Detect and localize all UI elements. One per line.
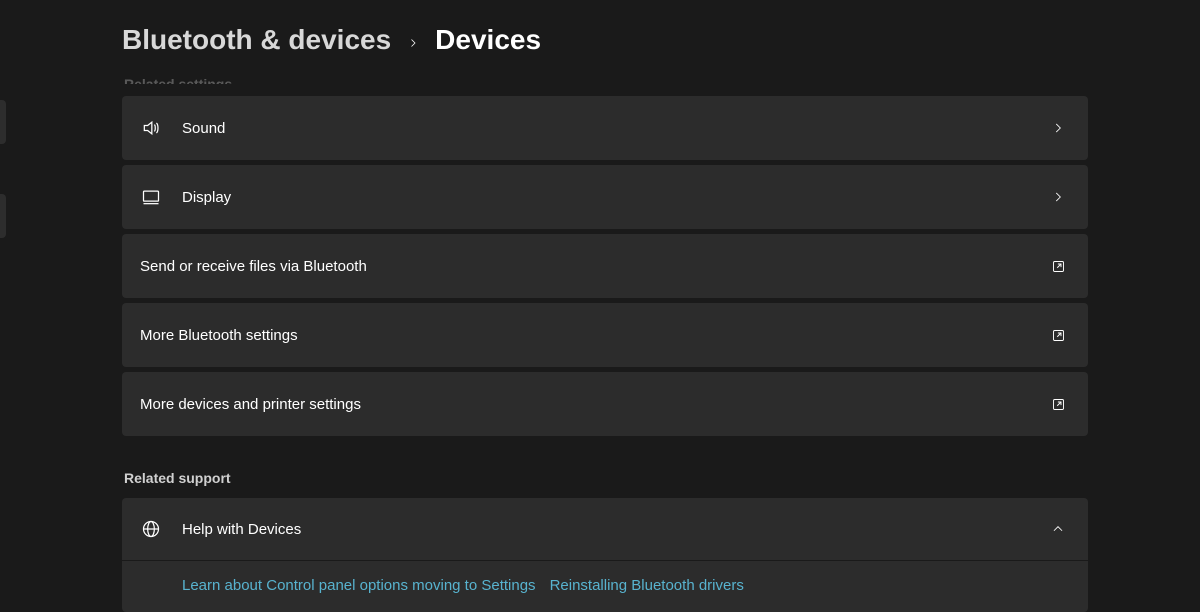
support-expander-header[interactable]: Help with Devices — [122, 498, 1088, 560]
sidebar-item-fragment — [0, 100, 6, 144]
support-link[interactable]: Learn about Control panel options moving… — [182, 577, 536, 594]
settings-item-more-devices[interactable]: More devices and printer settings — [122, 372, 1088, 436]
breadcrumb: Bluetooth & devices Devices — [122, 0, 1088, 80]
section-heading-related-settings: Related settings — [122, 76, 1088, 84]
chevron-right-icon — [407, 32, 419, 55]
settings-item-label: More Bluetooth settings — [140, 327, 1048, 344]
display-icon — [140, 187, 162, 207]
settings-item-bluetooth-files[interactable]: Send or receive files via Bluetooth — [122, 234, 1088, 298]
sidebar-item-fragment — [0, 194, 6, 238]
speaker-icon — [140, 118, 162, 138]
support-link[interactable]: Reinstalling Bluetooth drivers — [550, 577, 744, 594]
external-link-icon — [1048, 259, 1068, 274]
related-settings-list: Sound Display Send or receive files via … — [122, 96, 1088, 436]
chevron-up-icon — [1048, 522, 1068, 536]
chevron-right-icon — [1048, 121, 1068, 135]
external-link-icon — [1048, 397, 1068, 412]
support-links: Learn about Control panel options moving… — [122, 560, 1088, 612]
settings-item-display[interactable]: Display — [122, 165, 1088, 229]
section-heading-related-support: Related support — [122, 470, 1088, 486]
settings-item-label: Send or receive files via Bluetooth — [140, 258, 1048, 275]
globe-icon — [140, 519, 162, 539]
support-title: Help with Devices — [182, 521, 1048, 538]
page-title: Devices — [435, 24, 541, 56]
external-link-icon — [1048, 328, 1068, 343]
settings-item-label: Display — [182, 189, 1048, 206]
settings-item-more-bluetooth[interactable]: More Bluetooth settings — [122, 303, 1088, 367]
support-card: Help with Devices Learn about Control pa… — [122, 498, 1088, 612]
settings-item-sound[interactable]: Sound — [122, 96, 1088, 160]
breadcrumb-parent[interactable]: Bluetooth & devices — [122, 24, 391, 56]
settings-item-label: Sound — [182, 120, 1048, 137]
chevron-right-icon — [1048, 190, 1068, 204]
settings-item-label: More devices and printer settings — [140, 396, 1048, 413]
